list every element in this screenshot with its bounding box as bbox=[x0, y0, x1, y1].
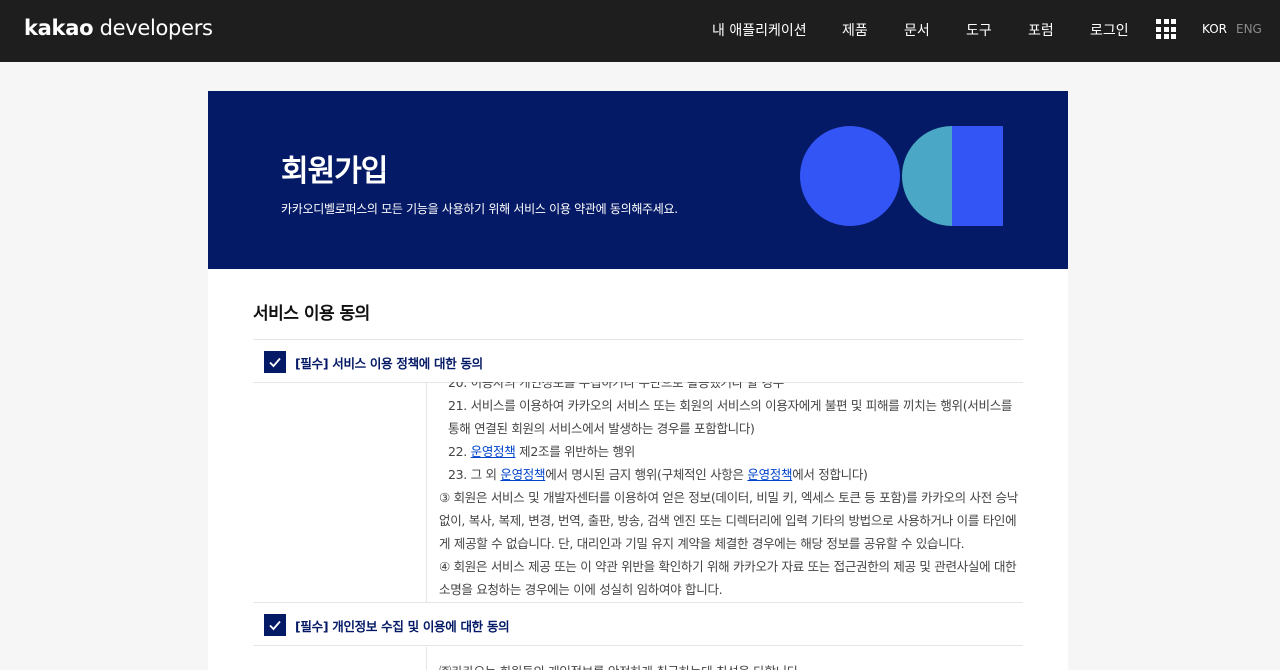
agree-privacy-label: [필수] 개인정보 수집 및 이용에 대한 동의 bbox=[295, 619, 510, 634]
service-terms-scroll-box[interactable]: 20. 이용자의 개인정보를 수집하거나 무단으로 활용했거나 할 경우 21.… bbox=[426, 382, 1023, 603]
operation-policy-link[interactable]: 운영정책 bbox=[747, 467, 792, 482]
operation-policy-link[interactable]: 운영정책 bbox=[500, 467, 545, 482]
terms-line-p4b: 소명을 요청하는 경우에는 이에 성실히 임하여야 합니다. bbox=[439, 582, 723, 597]
kakao-developers-logo[interactable]: kakao developers bbox=[24, 16, 213, 40]
operation-policy-link[interactable]: 운영정책 bbox=[471, 444, 516, 459]
terms-line-p4a: ④ 회원은 서비스 제공 또는 이 약관 위반을 확인하기 위해 카카오가 자료… bbox=[439, 559, 1017, 574]
logo-text-light: developers bbox=[93, 16, 213, 40]
agree-service-policy-label: [필수] 서비스 이용 정책에 대한 동의 bbox=[295, 356, 483, 371]
language-kor[interactable]: KOR bbox=[1202, 22, 1227, 36]
agree-service-policy-checkbox[interactable] bbox=[264, 351, 286, 373]
terms-22-number: 22. bbox=[448, 444, 471, 459]
terms-line-cut: 20. 이용자의 개인정보를 수집하거나 무단으로 활용했거나 할 경우 bbox=[448, 382, 784, 390]
terms-line-p3c: 게 제공할 수 없습니다. 단, 대리인과 기밀 유지 계약을 체결한 경우에는… bbox=[439, 536, 965, 551]
language-eng[interactable]: ENG bbox=[1236, 22, 1262, 36]
terms-line-21a: 21. 서비스를 이용하여 카카오의 서비스 또는 회원의 서비스의 이용자에게… bbox=[448, 398, 1013, 413]
terms-line-23: 23. 그 외 운영정책에서 명시된 금지 행위(구체적인 사항은 운영정책에서… bbox=[448, 464, 868, 483]
agree-privacy-checkbox[interactable] bbox=[264, 614, 286, 636]
terms-line-22: 22. 운영정책 제2조를 위반하는 행위 bbox=[448, 441, 635, 460]
nav-my-applications[interactable]: 내 애플리케이션 bbox=[712, 20, 807, 40]
privacy-terms-line: ㈜카카오는 회원들의 개인정보를 안전하게 취급하는데 최선을 다합니다. bbox=[439, 661, 802, 670]
terms-line-p3b: 없이, 복사, 복제, 변경, 번역, 출판, 방송, 검색 엔진 또는 디렉터… bbox=[439, 513, 1017, 528]
nav-products[interactable]: 제품 bbox=[842, 20, 868, 40]
privacy-terms-scroll-box[interactable]: ㈜카카오는 회원들의 개인정보를 안전하게 취급하는데 최선을 다합니다. bbox=[426, 647, 1023, 670]
check-icon bbox=[269, 620, 281, 631]
signup-hero-banner: 회원가입 카카오디벨로퍼스의 모든 기능을 사용하기 위해 서비스 이용 약관에… bbox=[208, 91, 1068, 269]
terms-23-end: 에서 정합니다) bbox=[792, 467, 868, 482]
agree-service-policy-row[interactable]: [필수] 서비스 이용 정책에 대한 동의 bbox=[253, 339, 1023, 383]
terms-line-21b: 통해 연결된 회원의 서비스에서 발생하는 경우를 포함합니다) bbox=[448, 421, 755, 436]
page-description: 카카오디벨로퍼스의 모든 기능을 사용하기 위해 서비스 이용 약관에 동의해주… bbox=[281, 202, 678, 216]
agree-privacy-row[interactable]: [필수] 개인정보 수집 및 이용에 대한 동의 bbox=[253, 602, 1023, 646]
nav-login[interactable]: 로그인 bbox=[1090, 20, 1129, 40]
nav-docs[interactable]: 문서 bbox=[904, 20, 930, 40]
terms-22-text: 제2조를 위반하는 행위 bbox=[515, 444, 635, 459]
nav-tools[interactable]: 도구 bbox=[966, 20, 992, 40]
top-navigation-bar: kakao developers 내 애플리케이션 제품 문서 도구 포럼 로그… bbox=[0, 0, 1280, 62]
nav-forum[interactable]: 포럼 bbox=[1028, 20, 1054, 40]
page-title: 회원가입 bbox=[281, 154, 388, 189]
decorative-shapes-illustration bbox=[800, 126, 1003, 226]
terms-23-middle: 에서 명시된 금지 행위(구체적인 사항은 bbox=[545, 467, 748, 482]
terms-line-p3a: ③ 회원은 서비스 및 개발자센터를 이용하여 얻은 정보(데이터, 비밀 키,… bbox=[439, 490, 1018, 505]
check-icon bbox=[269, 357, 281, 368]
logo-text-bold: kakao bbox=[24, 16, 94, 40]
apps-grid-icon[interactable] bbox=[1156, 19, 1176, 39]
agreement-card: 서비스 이용 동의 [필수] 서비스 이용 정책에 대한 동의 20. 이용자의… bbox=[208, 269, 1068, 670]
terms-23-start: 23. 그 외 bbox=[448, 467, 501, 482]
section-title: 서비스 이용 동의 bbox=[253, 304, 370, 324]
